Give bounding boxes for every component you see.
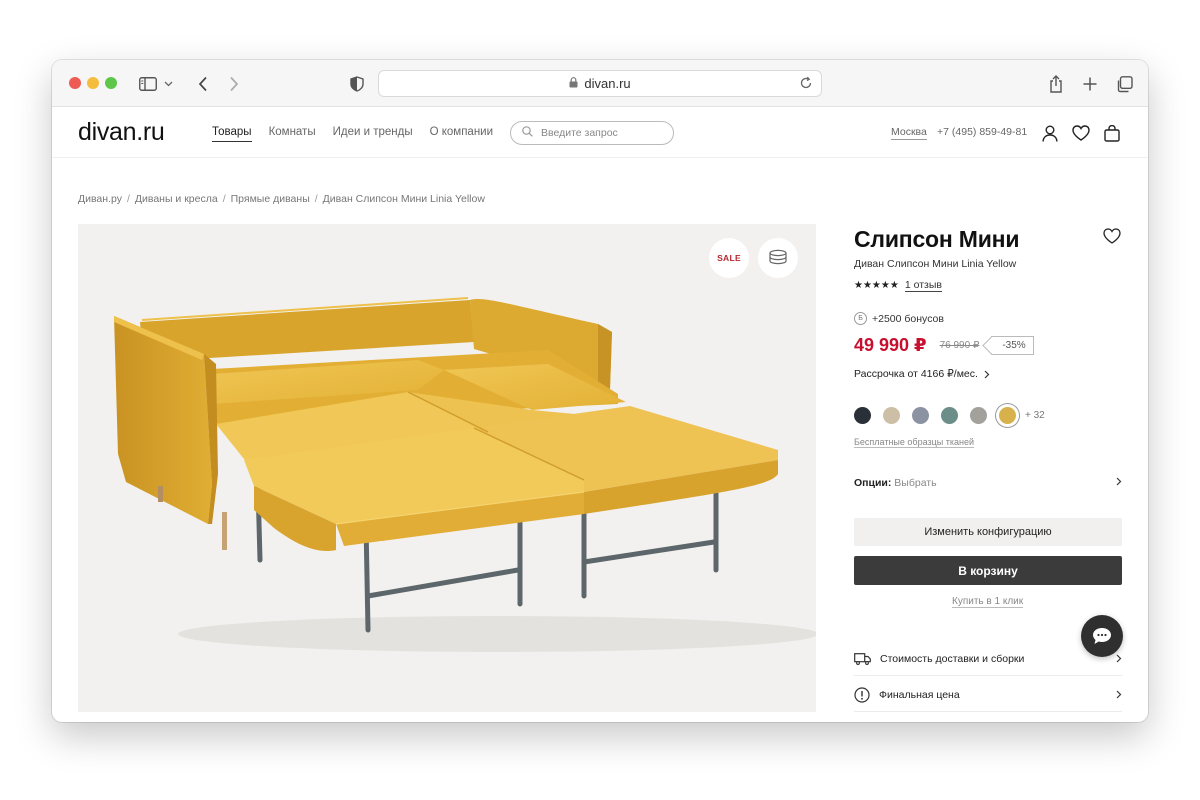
chevron-right-icon <box>1116 690 1122 699</box>
breadcrumb-current: Диван Слипсон Мини Linia Yellow <box>322 193 485 205</box>
back-icon[interactable] <box>191 72 215 96</box>
color-swatch[interactable] <box>883 407 900 424</box>
options-value: Выбрать <box>894 477 937 489</box>
plus-icon[interactable] <box>1078 72 1102 96</box>
search-placeholder: Введите запрос <box>541 127 618 139</box>
options-selector[interactable]: Опции: Выбрать <box>854 477 1122 489</box>
breadcrumb: Диван.ру / Диваны и кресла / Прямые дива… <box>78 193 485 205</box>
nav-item-products[interactable]: Товары <box>212 126 252 142</box>
lock-icon <box>569 76 578 91</box>
zoom-window-button[interactable] <box>105 77 117 89</box>
nav-item-ideas[interactable]: Идеи и тренды <box>333 126 413 142</box>
more-colors-link[interactable]: + 32 <box>1025 410 1045 421</box>
color-swatch-selected[interactable] <box>999 407 1016 424</box>
truck-icon <box>854 652 871 665</box>
add-to-cart-button[interactable]: В корзину <box>854 556 1122 585</box>
sale-badge: SALE <box>709 238 749 278</box>
info-circle-icon <box>854 686 870 703</box>
close-window-button[interactable] <box>69 77 81 89</box>
options-label: Опции: <box>854 477 892 489</box>
color-swatch[interactable] <box>912 407 929 424</box>
user-icon[interactable] <box>1040 123 1060 143</box>
site-logo[interactable]: divan.ru <box>78 118 165 147</box>
forward-icon[interactable] <box>222 72 246 96</box>
change-configuration-button[interactable]: Изменить конфигурацию <box>854 518 1122 546</box>
browser-window: divan.ru divan.ru Товары Комнаты Идеи и … <box>52 60 1148 722</box>
bonus-info: Б +2500 бонусов <box>854 312 944 325</box>
color-swatch[interactable] <box>854 407 871 424</box>
search-input[interactable]: Введите запрос <box>510 121 674 145</box>
reload-icon[interactable] <box>799 76 815 92</box>
reviews-link[interactable]: 1 отзыв <box>904 279 942 292</box>
color-swatch[interactable] <box>941 407 958 424</box>
minimize-window-button[interactable] <box>87 77 99 89</box>
delivery-cost-label: Стоимость доставки и сборки <box>880 652 1025 665</box>
breadcrumb-item[interactable]: Диваны и кресла <box>135 193 218 205</box>
product-title: Слипсон Мини <box>854 226 1020 252</box>
share-icon[interactable] <box>1044 72 1068 96</box>
main-nav: Товары Комнаты Идеи и тренды О компании <box>212 126 493 142</box>
chevron-right-icon <box>984 370 990 378</box>
city-selector[interactable]: Москва <box>891 126 927 140</box>
delivery-cost-row[interactable]: Стоимость доставки и сборки <box>854 642 1122 676</box>
sidebar-icon[interactable] <box>136 72 160 96</box>
rating-stars: ★★★★★ <box>854 280 899 291</box>
breadcrumb-item[interactable]: Диван.ру <box>78 193 122 205</box>
product-rating: ★★★★★ 1 отзыв <box>854 279 942 292</box>
color-swatches: + 32 <box>854 407 1045 424</box>
shield-icon[interactable] <box>345 72 369 96</box>
discount-tag: -35% <box>991 336 1034 355</box>
chevron-right-icon <box>1116 477 1122 486</box>
product-gallery[interactable]: SALE <box>78 224 816 712</box>
bonus-coin-icon: Б <box>854 312 867 325</box>
product-image <box>114 297 816 652</box>
buy-one-click-link[interactable]: Купить в 1 клик <box>952 596 1024 608</box>
fabric-layers-icon[interactable] <box>758 238 798 278</box>
installment-link[interactable]: Рассрочка от 4166 ₽/мес. <box>854 368 990 380</box>
tabs-icon[interactable] <box>1112 72 1136 96</box>
heart-icon[interactable] <box>1071 123 1091 143</box>
nav-item-about[interactable]: О компании <box>430 126 493 142</box>
site-header: divan.ru Товары Комнаты Идеи и тренды О … <box>52 108 1148 158</box>
price-row: 49 990 ₽ 76 990 ₽ -35% <box>854 335 1034 356</box>
chevron-right-icon <box>1116 654 1122 663</box>
breadcrumb-item[interactable]: Прямые диваны <box>231 193 310 205</box>
cart-icon[interactable] <box>1102 123 1122 143</box>
url-text: divan.ru <box>584 76 631 91</box>
product-subtitle: Диван Слипсон Мини Linia Yellow <box>854 258 1017 270</box>
fabric-samples-link[interactable]: Бесплатные образцы тканей <box>854 437 974 448</box>
old-price: 76 990 ₽ <box>939 340 980 351</box>
current-price: 49 990 ₽ <box>854 335 927 355</box>
nav-item-rooms[interactable]: Комнаты <box>269 126 316 142</box>
favorite-heart-icon[interactable] <box>1103 228 1123 248</box>
phone-number[interactable]: +7 (495) 859-49-81 <box>937 126 1027 138</box>
final-price-label: Финальная цена <box>879 688 960 701</box>
chevron-down-icon[interactable] <box>160 72 176 96</box>
browser-toolbar: divan.ru <box>52 60 1148 107</box>
address-bar[interactable]: divan.ru <box>378 70 822 97</box>
bonus-text: +2500 бонусов <box>872 312 944 325</box>
search-icon <box>522 126 533 140</box>
color-swatch[interactable] <box>970 407 987 424</box>
final-price-row[interactable]: Финальная цена <box>854 678 1122 712</box>
